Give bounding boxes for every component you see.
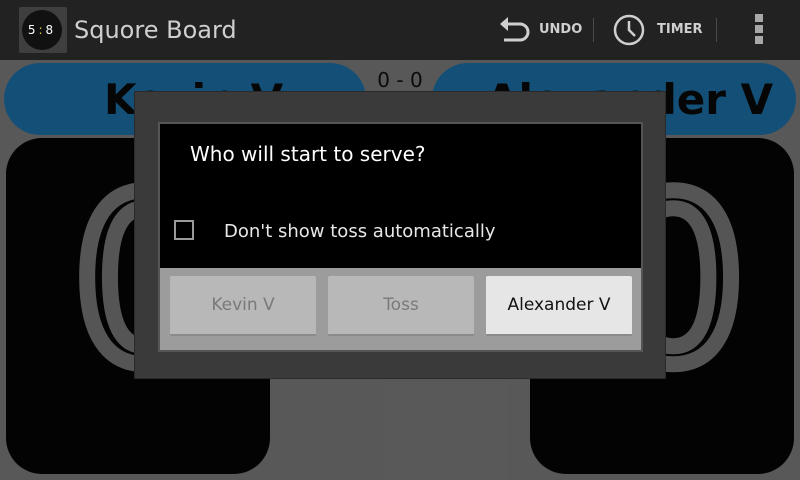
app-logo-disc: 5:8	[22, 10, 62, 50]
serve-player-right-button[interactable]: Alexander V	[486, 276, 632, 336]
logo-right-digit: 8	[45, 23, 57, 37]
logo-colon: :	[38, 23, 46, 37]
toss-button[interactable]: Toss	[328, 276, 474, 336]
timer-button[interactable]: TIMER	[657, 22, 703, 37]
overflow-menu-icon[interactable]	[754, 14, 764, 48]
app-logo[interactable]: 5:8	[19, 7, 67, 53]
toss-checkbox[interactable]	[174, 220, 194, 240]
action-separator	[593, 18, 594, 42]
dialog-button-bar: Kevin V Toss Alexander V	[160, 268, 641, 350]
serve-dialog: Who will start to serve? Don't show toss…	[158, 122, 643, 352]
logo-left-digit: 5	[27, 23, 39, 37]
dialog-title: Who will start to serve?	[190, 142, 426, 166]
action-bar: 5:8 Squore Board UNDO TIMER	[0, 0, 800, 60]
toss-checkbox-label[interactable]: Don't show toss automatically	[224, 221, 496, 242]
action-separator	[716, 18, 717, 42]
app-title: Squore Board	[74, 16, 237, 44]
undo-button[interactable]: UNDO	[539, 22, 582, 37]
serve-player-left-button[interactable]: Kevin V	[170, 276, 316, 336]
timer-icon[interactable]	[612, 13, 646, 47]
undo-icon[interactable]	[498, 14, 532, 46]
